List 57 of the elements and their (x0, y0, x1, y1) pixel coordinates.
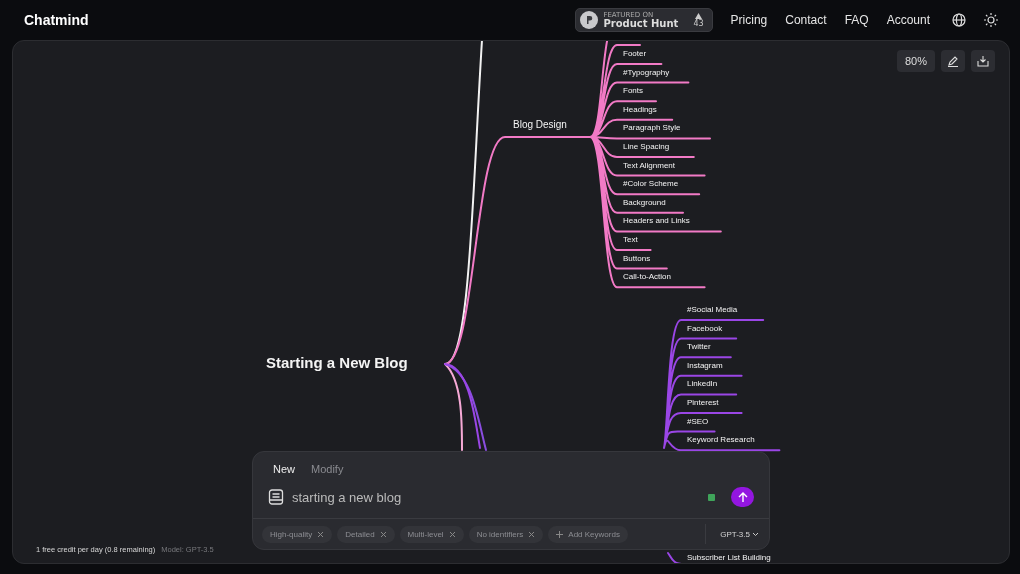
send-button[interactable] (731, 487, 754, 507)
chevron-down-icon (752, 531, 759, 537)
option-tag[interactable]: High-quality (262, 525, 333, 543)
close-icon[interactable] (379, 530, 387, 538)
topic-node[interactable]: Instagram (687, 359, 723, 372)
document-icon (268, 489, 284, 505)
topic-node[interactable]: Footer (623, 48, 647, 60)
topic-node[interactable]: #Social Media (687, 304, 738, 316)
topic-node[interactable]: Call-to-Action (623, 271, 671, 284)
edit-button[interactable] (941, 50, 965, 72)
arrow-up-icon (737, 491, 748, 503)
model-dropdown[interactable]: GPT-3.5 (705, 524, 759, 544)
nav-link[interactable]: Contact (785, 13, 827, 27)
topic-node[interactable]: Text (623, 234, 638, 246)
nav-link[interactable]: Account (886, 13, 930, 27)
globe-icon[interactable] (952, 13, 966, 27)
root-node[interactable]: Starting a New Blog (266, 354, 408, 371)
nav-link[interactable]: FAQ (844, 13, 869, 27)
topic-node[interactable]: Buttons (623, 252, 651, 265)
close-icon[interactable] (448, 530, 456, 538)
add-keywords-button[interactable]: Add Keywords (548, 525, 628, 543)
topic-node[interactable]: #Typography (623, 66, 670, 79)
download-button[interactable] (971, 50, 995, 72)
nav-link[interactable]: Pricing (730, 13, 768, 27)
topic-node[interactable]: Headings (623, 103, 657, 116)
topic-node[interactable]: Text Alignment (623, 159, 676, 172)
topic-node[interactable]: LinkedIn (687, 378, 718, 391)
option-tag[interactable]: Multi-level (399, 525, 464, 543)
branch-node[interactable]: Blog Design (513, 119, 567, 130)
mode-tab[interactable]: Modify (305, 461, 350, 477)
topic-node[interactable]: Fonts (623, 85, 643, 98)
topic-node[interactable]: #SEO (687, 415, 709, 428)
p-circle-icon (580, 11, 599, 29)
zoom-level-button[interactable]: 80% (897, 50, 935, 72)
topic-node[interactable]: Paragraph Style (623, 122, 681, 135)
topic-node[interactable]: Line Spacing (623, 141, 670, 153)
option-tag[interactable]: No identifiers (468, 525, 544, 543)
option-tag[interactable]: Detailed (337, 525, 395, 543)
mode-tab[interactable]: New (267, 461, 301, 477)
sun-icon[interactable] (984, 13, 998, 27)
topic-node[interactable]: Keyword Research (687, 434, 755, 447)
upvote-icon (695, 12, 702, 19)
close-icon[interactable] (317, 530, 325, 538)
prompt-field[interactable]: starting a new blog (292, 489, 700, 505)
topic-node[interactable]: Twitter (687, 341, 711, 354)
topic-node[interactable]: #Color Scheme (623, 178, 679, 191)
topic-node[interactable]: Headers and Links (623, 215, 690, 228)
close-icon[interactable] (528, 530, 536, 538)
pencil-icon (947, 55, 959, 67)
download-icon (977, 55, 989, 67)
logo[interactable]: Chatmind (24, 12, 89, 28)
topic-node[interactable]: Pinterest (687, 397, 719, 409)
plus-icon (556, 530, 564, 538)
topic-node[interactable]: Subscriber List Building (687, 553, 771, 562)
topic-node[interactable]: Background (623, 196, 666, 209)
topic-node[interactable]: Facebook (687, 322, 723, 335)
status-indicator (708, 493, 715, 501)
